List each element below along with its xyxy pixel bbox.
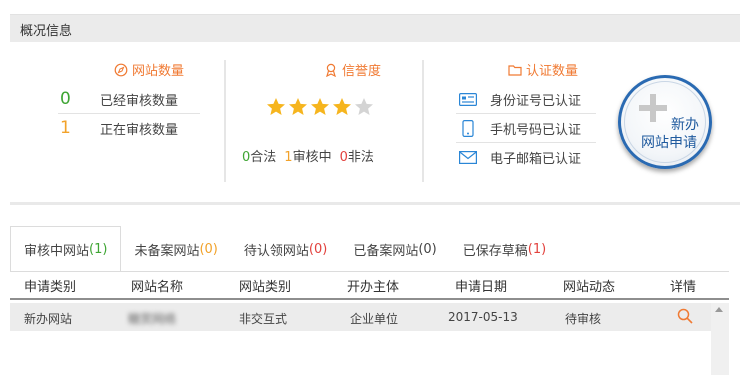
overview-title: 概况信息	[20, 24, 73, 39]
overview-header: 概况信息	[10, 14, 740, 42]
review-count: 1	[284, 150, 293, 165]
star-filled-icon	[289, 98, 307, 115]
star-filled-icon	[267, 98, 285, 115]
tab-saved-drafts[interactable]: 已保存草稿 (1)	[450, 226, 559, 272]
site-tabs: 审核中网站 (1) 未备案网站 (0) 待认领网站 (0) 已备案网站 (0) 已保存草…	[10, 226, 559, 272]
col-site-name: 网站名称	[131, 279, 184, 295]
review-label: 审核中	[292, 150, 332, 165]
star-filled-icon	[333, 98, 351, 115]
tab-count: (0)	[308, 241, 328, 257]
cell-owner: 企业单位	[350, 312, 399, 326]
tab-count: (0)	[199, 241, 218, 257]
approved-count-label: 已经审核数量	[100, 93, 179, 109]
col-category: 申请类别	[24, 279, 77, 295]
reputation-heading: 信誉度	[324, 60, 381, 79]
cell-site-type: 非交互式	[239, 312, 288, 326]
folder-icon	[508, 64, 522, 76]
certification-heading: 认证数量	[508, 60, 578, 79]
col-status: 网站动态	[563, 279, 616, 295]
reviewing-count-label: 正在审核数量	[100, 122, 179, 138]
tab-count: (0)	[418, 241, 437, 257]
illegal-label: 非法	[347, 150, 374, 165]
cell-date: 2017-05-13	[448, 310, 518, 324]
panel-divider	[422, 60, 424, 182]
cell-site-name: 糖赏网络	[128, 312, 177, 326]
site-count-title: 网站数量	[132, 64, 185, 79]
details-search-icon[interactable]	[677, 308, 693, 327]
cell-status: 待审核	[565, 312, 602, 326]
table-header: 申请类别 网站名称 网站类别 开办主体 申请日期 网站动态 详情	[10, 272, 729, 300]
section-divider	[10, 202, 740, 205]
tab-unclaimed-sites[interactable]: 待认领网站 (0)	[231, 226, 340, 272]
certification-title: 认证数量	[526, 64, 579, 79]
approved-count: 0	[60, 89, 71, 109]
table-scrollbar[interactable]	[711, 303, 729, 375]
new-site-application-button[interactable]: 新办 网站申请	[618, 75, 712, 169]
new-button-line1: 新办	[671, 117, 699, 133]
approved-count-row: 0 已经审核数量	[60, 85, 200, 113]
envelope-icon	[458, 149, 478, 165]
id-card-cert-label: 身份证号已认证	[490, 93, 582, 109]
phone-icon	[458, 119, 478, 137]
phone-cert-row: 手机号码已认证	[458, 114, 598, 142]
legal-label: 合法	[250, 150, 277, 165]
tab-count: (1)	[527, 241, 547, 257]
tab-registered-sites[interactable]: 已备案网站 (0)	[340, 226, 449, 272]
panel-divider	[224, 60, 226, 182]
col-site-type: 网站类别	[239, 279, 292, 295]
email-cert-row: 电子邮箱已认证	[458, 143, 598, 171]
tab-reviewing-sites[interactable]: 审核中网站 (1)	[10, 226, 122, 272]
star-empty-icon	[355, 98, 373, 115]
reputation-title: 信誉度	[342, 64, 382, 79]
table-row[interactable]: 新办网站 糖赏网络 非交互式 企业单位 2017-05-13 待审核	[10, 303, 711, 331]
phone-cert-label: 手机号码已认证	[490, 122, 582, 138]
illegal-count: 0	[339, 150, 348, 165]
col-date: 申请日期	[455, 279, 508, 295]
tab-unregistered-sites[interactable]: 未备案网站 (0)	[121, 226, 230, 272]
email-cert-label: 电子邮箱已认证	[490, 151, 582, 167]
cell-category: 新办网站	[24, 312, 73, 326]
reputation-status: 0合法 1审核中 0非法	[242, 146, 374, 165]
compass-icon	[114, 63, 128, 76]
scroll-up-arrow-icon[interactable]	[715, 307, 723, 312]
id-card-icon	[458, 91, 478, 107]
site-count-heading: 网站数量	[114, 60, 184, 79]
id-card-cert-row: 身份证号已认证	[458, 85, 598, 113]
plus-icon	[639, 94, 667, 122]
col-details: 详情	[670, 279, 697, 295]
reviewing-count: 1	[60, 118, 71, 138]
reviewing-count-row: 1 正在审核数量	[60, 114, 200, 142]
star-filled-icon	[311, 98, 329, 115]
rating-stars	[266, 97, 374, 117]
col-owner: 开办主体	[347, 279, 400, 295]
medal-icon	[326, 63, 336, 77]
new-button-line2: 网站申请	[641, 135, 697, 151]
tab-count: (1)	[89, 242, 108, 257]
